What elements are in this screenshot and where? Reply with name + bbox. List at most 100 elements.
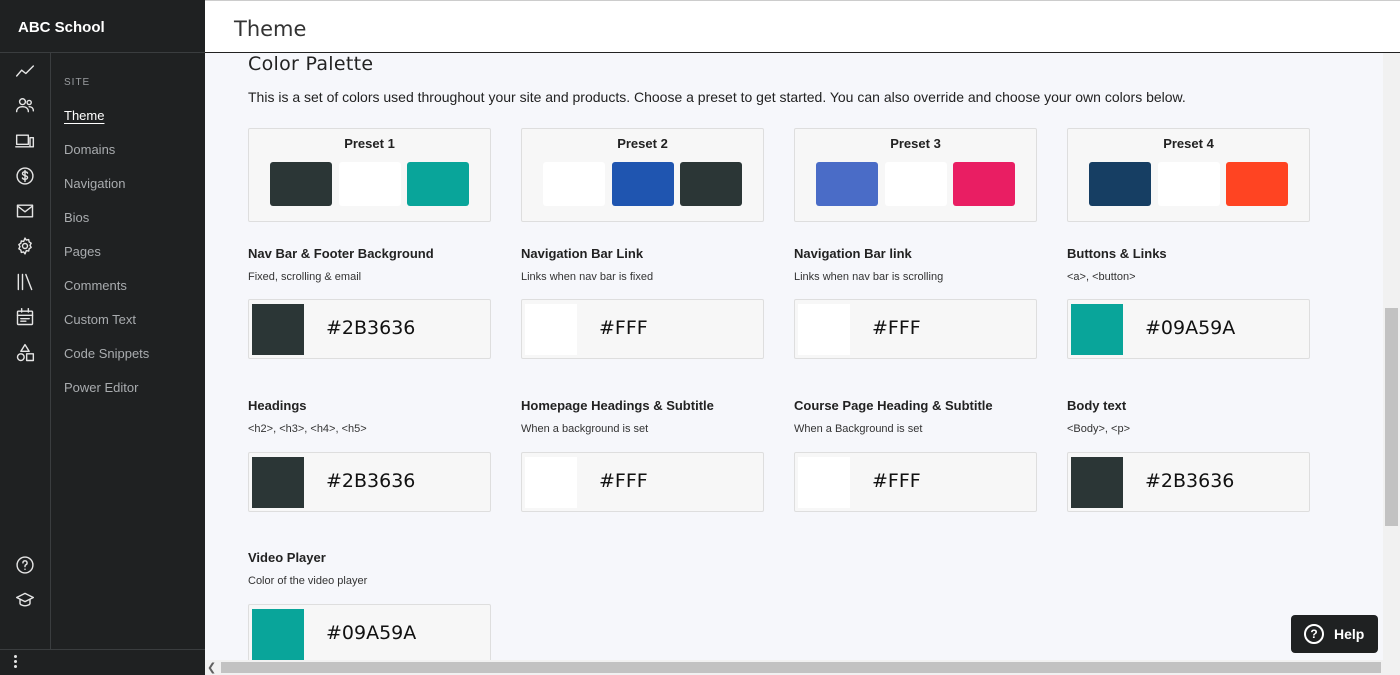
preset-card-1[interactable]: Preset 1 [248, 128, 491, 222]
horizontal-scrollbar[interactable]: ❮ [205, 660, 1400, 675]
preset-label: Preset 3 [890, 136, 941, 151]
color-picker-swatch[interactable] [798, 457, 850, 508]
preset-swatch [543, 162, 605, 206]
preset-swatch [680, 162, 742, 206]
field-subtitle: <h2>, <h3>, <h4>, <h5> [248, 423, 367, 435]
preset-label: Preset 4 [1163, 136, 1214, 151]
help-button[interactable]: ? Help [1291, 615, 1378, 653]
graduation-cap-icon[interactable] [14, 589, 36, 611]
field-title: Video Player [248, 550, 326, 565]
calendar-icon[interactable] [14, 306, 36, 328]
preset-swatch [407, 162, 469, 206]
vertical-scrollbar[interactable] [1383, 53, 1400, 660]
preset-label: Preset 1 [344, 136, 395, 151]
color-picker-swatch[interactable] [798, 304, 850, 355]
preset-card-4[interactable]: Preset 4 [1067, 128, 1310, 222]
field-subtitle: Fixed, scrolling & email [248, 271, 362, 283]
color-picker-swatch[interactable] [1071, 304, 1123, 355]
color-field-nav-bar-link-scrolling: #FFF [794, 299, 1037, 359]
color-hex-input[interactable]: #2B3636 [326, 470, 415, 492]
gear-icon[interactable] [14, 235, 36, 257]
color-picker-swatch[interactable] [1071, 457, 1123, 508]
field-title: Body text [1067, 398, 1127, 413]
sidebar-item-power-editor[interactable]: Power Editor [64, 380, 138, 395]
preset-label: Preset 2 [617, 136, 668, 151]
field-subtitle: When a background is set [521, 423, 649, 435]
preset-swatch [612, 162, 674, 206]
color-field-video-player: #09A59A [248, 604, 491, 660]
field-subtitle: When a Background is set [794, 423, 923, 435]
color-picker-swatch[interactable] [525, 457, 577, 508]
color-picker-swatch[interactable] [252, 609, 304, 660]
field-title: Course Page Heading & Subtitle [794, 398, 993, 413]
preset-card-2[interactable]: Preset 2 [521, 128, 764, 222]
shapes-icon[interactable] [14, 342, 36, 364]
color-field-headings: #2B3636 [248, 452, 491, 512]
preset-swatch [953, 162, 1015, 206]
question-icon[interactable] [14, 554, 36, 576]
field-title: Navigation Bar link [794, 246, 912, 261]
more-menu-icon[interactable] [10, 653, 20, 673]
mail-icon[interactable] [14, 200, 36, 222]
users-icon[interactable] [14, 94, 36, 116]
preset-swatch [1089, 162, 1151, 206]
field-subtitle: <a>, <button> [1067, 271, 1136, 283]
color-picker-swatch[interactable] [252, 457, 304, 508]
color-hex-input[interactable]: #2B3636 [1145, 470, 1234, 492]
color-field-body-text: #2B3636 [1067, 452, 1310, 512]
brand-name[interactable]: ABC School [0, 0, 205, 53]
color-field-homepage-headings: #FFF [521, 452, 764, 512]
preset-swatch [339, 162, 401, 206]
vertical-scrollbar-thumb[interactable] [1385, 308, 1398, 526]
color-hex-input[interactable]: #09A59A [1145, 317, 1235, 339]
color-field-nav-bar-footer-bg: #2B3636 [248, 299, 491, 359]
sidebar-item-custom-text[interactable]: Custom Text [64, 312, 136, 327]
preset-swatch [885, 162, 947, 206]
sidebar-item-navigation[interactable]: Navigation [64, 176, 125, 191]
color-field-nav-bar-link-fixed: #FFF [521, 299, 764, 359]
field-title: Headings [248, 398, 307, 413]
color-hex-input[interactable]: #FFF [599, 317, 648, 339]
theme-main: Color Palette This is a set of colors us… [205, 53, 1383, 660]
color-hex-input[interactable]: #2B3636 [326, 317, 415, 339]
sidebar-item-comments[interactable]: Comments [64, 278, 127, 293]
sidebar-item-theme[interactable]: Theme [64, 108, 104, 123]
preset-card-3[interactable]: Preset 3 [794, 128, 1037, 222]
color-hex-input[interactable]: #FFF [872, 470, 921, 492]
preset-swatch [816, 162, 878, 206]
analytics-icon[interactable] [14, 60, 36, 82]
field-title: Homepage Headings & Subtitle [521, 398, 714, 413]
preset-swatch [1158, 162, 1220, 206]
help-label: Help [1334, 626, 1365, 642]
color-picker-swatch[interactable] [252, 304, 304, 355]
page-title: Theme [234, 17, 307, 41]
color-picker-swatch[interactable] [525, 304, 577, 355]
field-title: Nav Bar & Footer Background [248, 246, 434, 261]
sidebar-item-pages[interactable]: Pages [64, 244, 101, 259]
sidebar-item-bios[interactable]: Bios [64, 210, 89, 225]
field-subtitle: Color of the video player [248, 575, 368, 587]
page-header: Theme [205, 0, 1400, 53]
preset-swatch [1226, 162, 1288, 206]
sidebar-item-domains[interactable]: Domains [64, 142, 115, 157]
color-field-buttons-links: #09A59A [1067, 299, 1310, 359]
sidebar: ABC School SITE Theme Domains Navigation… [0, 0, 205, 675]
field-title: Buttons & Links [1067, 246, 1167, 261]
color-field-course-page-heading: #FFF [794, 452, 1037, 512]
color-hex-input[interactable]: #FFF [872, 317, 921, 339]
preset-swatch [270, 162, 332, 206]
sidebar-footer [0, 649, 205, 675]
library-icon[interactable] [14, 271, 36, 293]
horizontal-scrollbar-thumb[interactable] [221, 662, 1381, 673]
field-subtitle: <Body>, <p> [1067, 423, 1130, 435]
icon-rail [0, 53, 51, 649]
nav-section-label: SITE [64, 77, 91, 88]
color-hex-input[interactable]: #09A59A [326, 622, 416, 644]
question-icon: ? [1304, 624, 1324, 644]
color-hex-input[interactable]: #FFF [599, 470, 648, 492]
sidebar-item-code-snippets[interactable]: Code Snippets [64, 346, 149, 361]
devices-icon[interactable] [14, 130, 36, 152]
scroll-left-arrow-icon[interactable]: ❮ [207, 661, 216, 674]
section-title: Color Palette [248, 53, 374, 75]
dollar-icon[interactable] [14, 165, 36, 187]
